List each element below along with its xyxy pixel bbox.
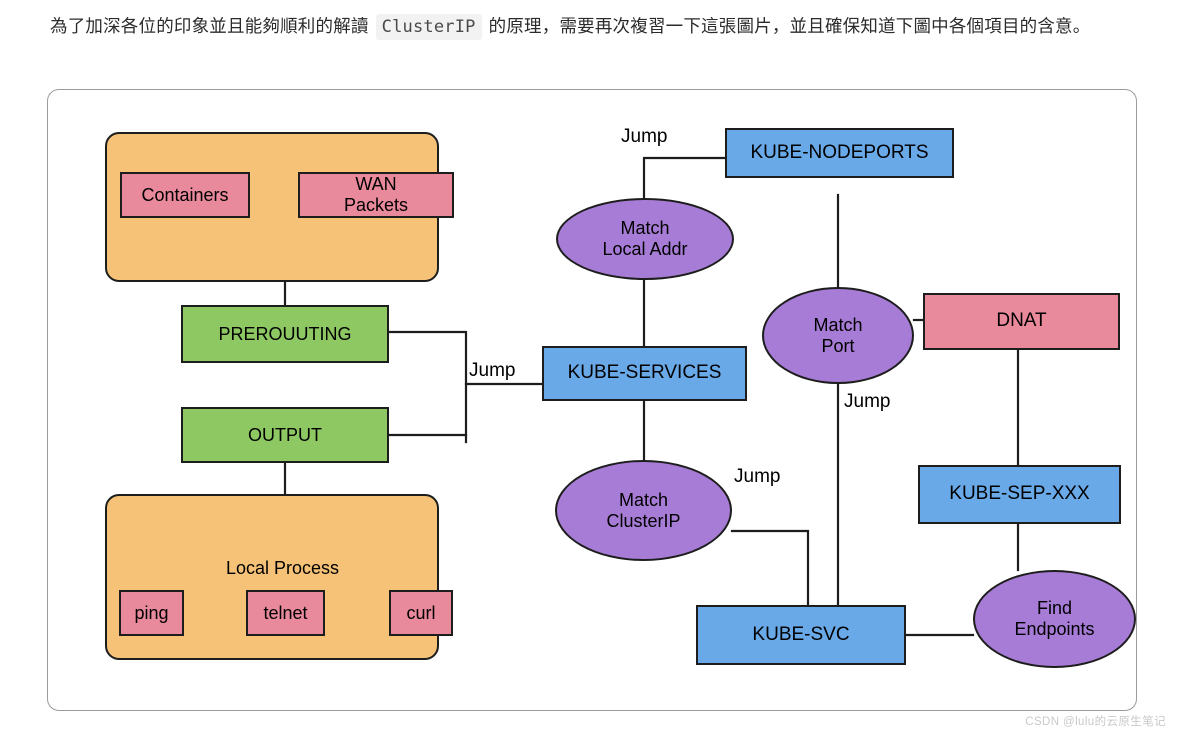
edge-label-jump-nodeports: Jump	[621, 126, 668, 147]
local-process-label: Local Process	[226, 558, 340, 578]
node-kube-nodeports[interactable]: KUBE-NODEPORTS	[725, 128, 954, 178]
diagram-canvas: Containers WAN Packets PREROUUTING OUTPU…	[48, 90, 1138, 712]
node-containers-label: Containers	[141, 184, 229, 205]
node-match-local-addr-label: Match Local Addr	[602, 218, 688, 259]
node-match-local-addr[interactable]: Match Local Addr	[556, 198, 734, 280]
edge-prerouuting-to-trunk	[387, 330, 468, 444]
node-kube-sep-xxx-label: KUBE-SEP-XXX	[949, 483, 1090, 505]
node-curl-label: curl	[406, 602, 436, 623]
node-find-endpoints-label: Find Endpoints	[1014, 598, 1095, 639]
intro-text-part-2: 的原理，需要再次複習一下這張圖片，並且確保知道下圖中各個項目的含意。	[483, 16, 1091, 36]
node-prerouuting-label: PREROUUTING	[218, 323, 352, 344]
node-output-label: OUTPUT	[248, 424, 322, 445]
csdn-watermark: CSDN @lulu的云原生笔记	[1025, 716, 1166, 728]
diagram-figure-card: Containers WAN Packets PREROUUTING OUTPU…	[47, 89, 1137, 711]
node-telnet[interactable]: telnet	[246, 590, 325, 636]
inline-code-clusterip: ClusterIP	[375, 14, 482, 40]
node-output[interactable]: OUTPUT	[181, 407, 389, 463]
edge-nodeports-to-match-local-addr	[642, 156, 727, 200]
node-match-clusterip-label: Match ClusterIP	[606, 489, 681, 531]
node-match-port-label: Match Port	[813, 314, 863, 356]
edge-label-jump-clusterip: Jump	[734, 466, 781, 487]
node-wan-packets-label: WAN Packets	[343, 174, 409, 215]
node-match-clusterip[interactable]: Match ClusterIP	[555, 460, 732, 561]
node-prerouuting[interactable]: PREROUUTING	[181, 305, 389, 363]
node-find-endpoints[interactable]: Find Endpoints	[973, 570, 1136, 668]
intro-text-part-1: 為了加深各位的印象並且能夠順利的解讀	[50, 16, 374, 36]
node-curl[interactable]: curl	[389, 590, 453, 636]
edge-label-jump-services: Jump	[469, 360, 516, 381]
node-telnet-label: telnet	[263, 602, 308, 623]
node-ping-label: ping	[134, 602, 169, 623]
edge-label-jump-matchport: Jump	[844, 391, 891, 412]
node-kube-services-label: KUBE-SERVICES	[567, 362, 722, 384]
node-ping[interactable]: ping	[119, 590, 184, 636]
node-dnat-label: DNAT	[996, 310, 1047, 332]
node-kube-services[interactable]: KUBE-SERVICES	[542, 346, 747, 401]
node-dnat[interactable]: DNAT	[923, 293, 1120, 350]
article-intro-paragraph: 為了加深各位的印象並且能夠順利的解讀 ClusterIP 的原理，需要再次複習一…	[50, 6, 1140, 47]
node-kube-nodeports-label: KUBE-NODEPORTS	[750, 141, 929, 163]
node-match-port[interactable]: Match Port	[762, 287, 914, 384]
node-wan-packets[interactable]: WAN Packets	[298, 172, 454, 218]
node-kube-svc-label: KUBE-SVC	[752, 623, 850, 645]
node-containers[interactable]: Containers	[120, 172, 250, 218]
node-kube-sep-xxx[interactable]: KUBE-SEP-XXX	[918, 465, 1121, 524]
node-kube-svc[interactable]: KUBE-SVC	[696, 605, 906, 665]
